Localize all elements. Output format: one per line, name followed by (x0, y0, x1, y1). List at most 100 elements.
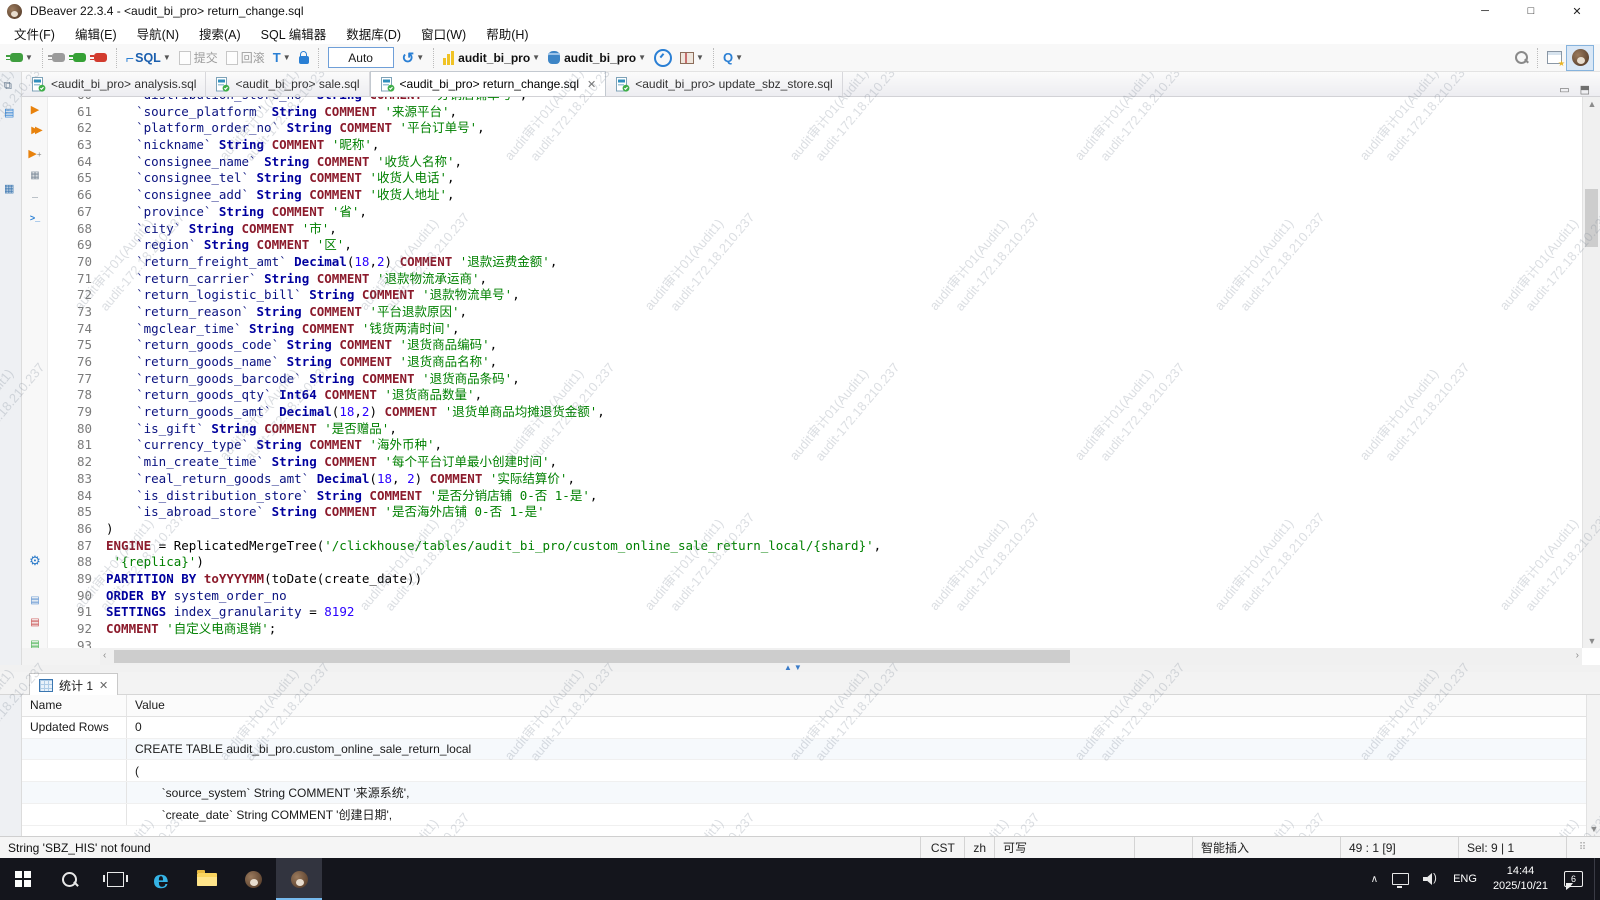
code-line[interactable]: 67 `province` String COMMENT '省', (48, 204, 1582, 221)
code-line[interactable]: 78 `return_goods_qty` Int64 COMMENT '退货商… (48, 387, 1582, 404)
results-scrollbar[interactable]: ▼ (1586, 695, 1600, 836)
code-line[interactable]: 62 `platform_order_no` String COMMENT '平… (48, 120, 1582, 137)
connect-button[interactable] (49, 46, 68, 70)
minimize-button[interactable]: ─ (1462, 0, 1508, 22)
execute-new-tab-icon[interactable]: ▶+ (22, 147, 48, 160)
explain-plan-icon[interactable]: ▦ (22, 170, 48, 181)
dbeaver-taskbar-button-active[interactable] (276, 858, 322, 900)
status-insert-mode[interactable]: 智能插入 (1192, 837, 1340, 858)
editor-horizontal-scrollbar[interactable]: ‹ › (100, 648, 1582, 665)
close-button[interactable]: ✕ (1554, 0, 1600, 22)
reconnect-button[interactable] (70, 46, 89, 70)
code-line[interactable]: 75 `return_goods_code` String COMMENT '退… (48, 337, 1582, 354)
scroll-right-icon[interactable]: › (1576, 650, 1579, 661)
tray-display-button[interactable] (1385, 858, 1416, 900)
db-search-button[interactable]: Q▼ (720, 46, 746, 70)
input-language-button[interactable]: ENG (1446, 858, 1484, 900)
menu-item[interactable]: SQL 编辑器 (251, 21, 337, 46)
code-line[interactable]: 74 `mgclear_time` String COMMENT '钱货两清时间… (48, 321, 1582, 338)
menu-item[interactable]: 帮助(H) (476, 21, 538, 46)
rollback-button[interactable]: 回滚 (223, 46, 268, 70)
new-table-button[interactable] (1544, 46, 1565, 70)
sql-console-icon[interactable]: >_ (22, 213, 48, 223)
code-line[interactable]: 66 `consignee_add` String COMMENT '收货人地址… (48, 187, 1582, 204)
commit-button[interactable]: 提交 (176, 46, 221, 70)
new-connection-button[interactable]: ▼ (7, 46, 36, 70)
table-row[interactable]: `source_system` String COMMENT '来源系统', (22, 782, 1586, 804)
menu-item[interactable]: 数据库(D) (336, 21, 411, 46)
schema-selector[interactable]: audit_bi_pro▼ (545, 46, 649, 70)
code-line[interactable]: 83 `real_return_goods_amt` Decimal(18, 2… (48, 471, 1582, 488)
editor-tab[interactable]: <audit_bi_pro> return_change.sql✕ (370, 71, 607, 96)
vertical-scroll-thumb[interactable] (1585, 189, 1598, 247)
table-row[interactable]: CREATE TABLE audit_bi_pro.custom_online_… (22, 739, 1586, 761)
taskbar-search-button[interactable] (46, 858, 92, 900)
load-script-icon[interactable]: ▤ (22, 595, 48, 606)
code-line[interactable]: 88 '{replica}') (48, 554, 1582, 571)
execute-statement-icon[interactable]: ▶ (22, 103, 48, 116)
edge-browser-button[interactable]: e (138, 858, 184, 900)
scroll-up-icon[interactable]: ▲ (1583, 99, 1600, 109)
code-line[interactable]: 85 `is_abroad_store` String COMMENT '是否海… (48, 504, 1582, 521)
code-line[interactable]: 76 `return_goods_name` String COMMENT '退… (48, 354, 1582, 371)
editor-tab[interactable]: <audit_bi_pro> sale.sql (206, 72, 369, 96)
save-script-icon[interactable]: ▤ (22, 617, 48, 628)
code-line[interactable]: 92COMMENT '自定义电商退销'; (48, 621, 1582, 638)
tab-statistics[interactable]: 统计 1 ✕ (29, 673, 118, 696)
scroll-down-icon[interactable]: ▼ (1583, 636, 1600, 646)
status-timezone[interactable]: CST (920, 837, 964, 858)
query-history-button[interactable]: ↺▼ (399, 46, 428, 70)
maximize-editor-icon[interactable]: ⬒ (1580, 83, 1590, 96)
commit-mode-combo[interactable]: Auto (325, 46, 397, 70)
code-line[interactable]: 64 `consignee_name` String COMMENT '收货人名… (48, 154, 1582, 171)
code-line[interactable]: 90ORDER BY system_order_no (48, 588, 1582, 605)
dashboard-button[interactable] (651, 46, 675, 70)
menu-item[interactable]: 窗口(W) (411, 21, 476, 46)
code-line[interactable]: 80 `is_gift` String COMMENT '是否赠品', (48, 421, 1582, 438)
lock-button[interactable] (296, 46, 312, 70)
project-view-icon[interactable]: ▦ (4, 182, 14, 195)
code-line[interactable]: 72 `return_logistic_bill` String COMMENT… (48, 287, 1582, 304)
minimize-editor-icon[interactable]: ▭ (1559, 83, 1569, 96)
execute-script-icon[interactable]: ▶▶ (22, 125, 48, 136)
transaction-log-button[interactable]: T▼ (270, 46, 294, 70)
table-row[interactable]: ( (22, 760, 1586, 782)
restore-view-icon[interactable]: ⧉ (4, 80, 12, 93)
disconnect-button[interactable] (91, 46, 110, 70)
code-line[interactable]: 69 `region` String COMMENT '区', (48, 237, 1582, 254)
code-line[interactable]: 81 `currency_type` String COMMENT '海外币种'… (48, 437, 1582, 454)
table-row[interactable]: Updated Rows0 (22, 717, 1586, 739)
code-line[interactable]: 70 `return_freight_amt` Decimal(18,2) CO… (48, 254, 1582, 271)
scroll-down-icon[interactable]: ▼ (1587, 824, 1600, 834)
action-center-button[interactable]: 6 (1557, 858, 1590, 900)
status-language[interactable]: zh (964, 837, 994, 858)
code-line[interactable]: 91SETTINGS index_granularity = 8192 (48, 604, 1582, 621)
task-view-button[interactable] (92, 858, 138, 900)
code-line[interactable]: 82 `min_create_time` String COMMENT '每个平… (48, 454, 1582, 471)
code-line[interactable]: 93 (48, 638, 1582, 648)
menu-item[interactable]: 导航(N) (127, 21, 189, 46)
settings-gear-icon[interactable]: ⚙ (22, 553, 48, 569)
menu-item[interactable]: 编辑(E) (65, 21, 127, 46)
code-line[interactable]: 60 `distribution_store_no` String COMMEN… (48, 97, 1582, 104)
code-line[interactable]: 79 `return_goods_amt` Decimal(18,2) COMM… (48, 404, 1582, 421)
connection-selector[interactable]: audit_bi_pro▼ (440, 46, 543, 70)
code-line[interactable]: 77 `return_goods_barcode` String COMMENT… (48, 371, 1582, 388)
sql-editor-button[interactable]: ⌐SQL▼ (123, 46, 174, 70)
code-line[interactable]: 84 `is_distribution_store` String COMMEN… (48, 488, 1582, 505)
close-icon[interactable]: ✕ (587, 78, 596, 91)
code-line[interactable]: 68 `city` String COMMENT '市', (48, 221, 1582, 238)
code-line[interactable]: 71 `return_carrier` String COMMENT '退款物流… (48, 271, 1582, 288)
horizontal-scroll-thumb[interactable] (114, 650, 1070, 663)
show-desktop-button[interactable] (1594, 858, 1600, 900)
code-line[interactable]: 89PARTITION BY toYYYYMM(toDate(create_da… (48, 571, 1582, 588)
editor-tab[interactable]: <audit_bi_pro> update_sbz_store.sql (606, 72, 842, 96)
column-header-name[interactable]: Name (22, 695, 127, 716)
task-button[interactable]: ▼ (677, 46, 707, 70)
menu-item[interactable]: 搜索(A) (189, 21, 251, 46)
menu-item[interactable]: 文件(F) (4, 21, 65, 46)
editor-vertical-scrollbar[interactable]: ▲ ▼ (1582, 97, 1600, 648)
start-button[interactable] (0, 858, 46, 900)
maximize-button[interactable]: □ (1508, 0, 1554, 22)
file-explorer-button[interactable] (184, 858, 230, 900)
